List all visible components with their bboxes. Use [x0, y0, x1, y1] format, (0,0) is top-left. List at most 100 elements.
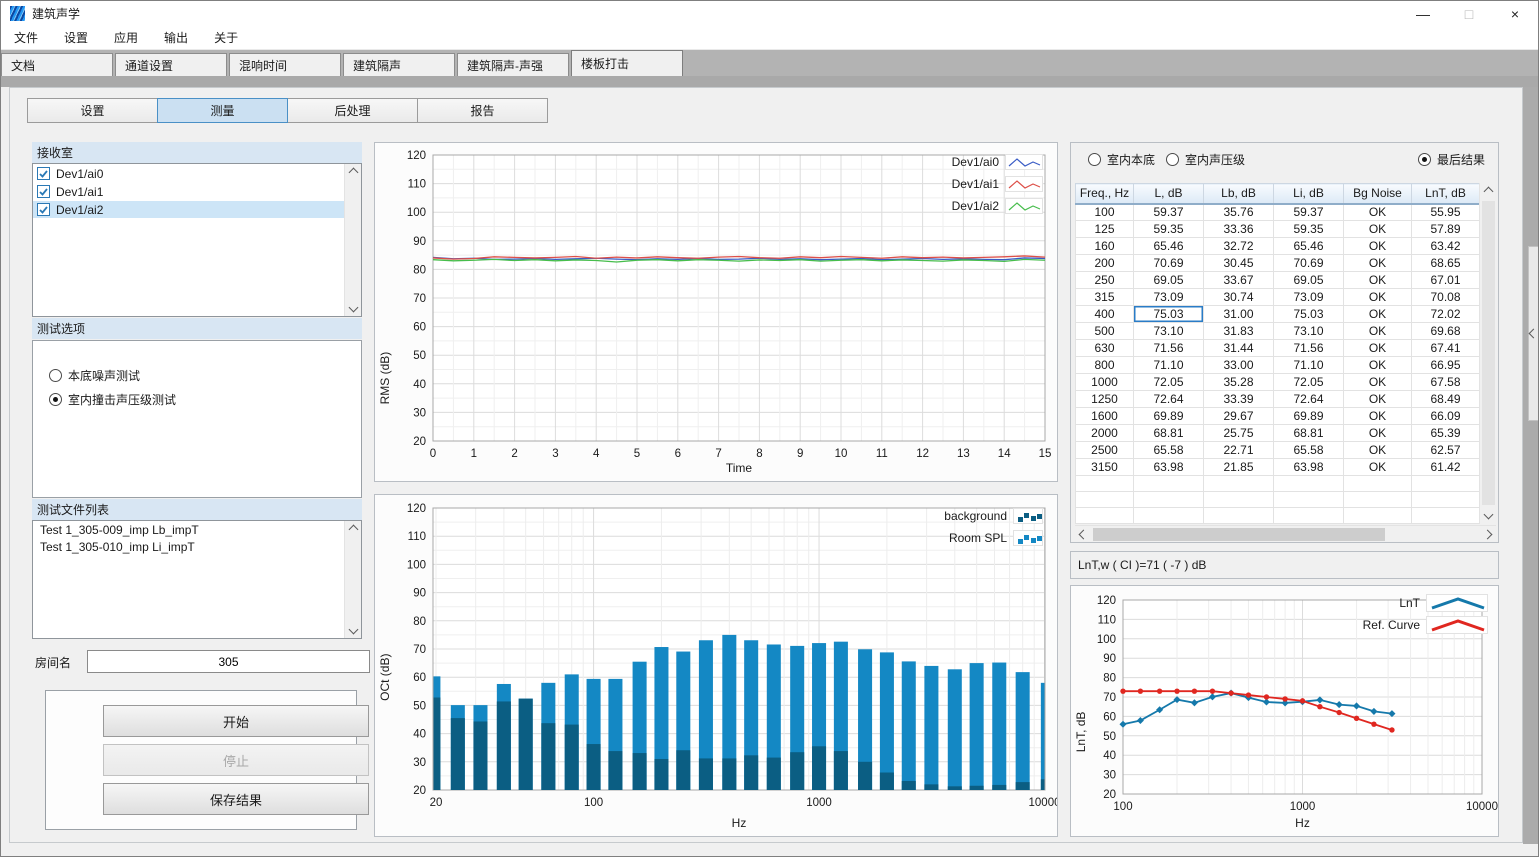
table-cell[interactable]: 1000: [1076, 374, 1134, 391]
table-cell[interactable]: [1076, 492, 1134, 508]
table-cell[interactable]: 315: [1076, 289, 1134, 306]
table-cell[interactable]: OK: [1344, 459, 1412, 476]
scroll-up-arrow[interactable]: [349, 525, 359, 535]
scroll-right-arrow[interactable]: [1483, 530, 1493, 540]
column-header[interactable]: Freq., Hz: [1076, 184, 1134, 204]
table-cell[interactable]: 2000: [1076, 425, 1134, 442]
table-cell[interactable]: 72.02: [1412, 306, 1480, 323]
module-tab-2[interactable]: 混响时间: [229, 53, 341, 76]
table-cell[interactable]: OK: [1344, 340, 1412, 357]
table-cell[interactable]: 72.64: [1274, 391, 1344, 408]
table-cell[interactable]: 72.05: [1274, 374, 1344, 391]
table-cell[interactable]: [1134, 476, 1204, 492]
table-cell[interactable]: 65.39: [1412, 425, 1480, 442]
table-cell[interactable]: [1274, 476, 1344, 492]
table-cell[interactable]: 400: [1076, 306, 1134, 323]
table-cell[interactable]: OK: [1344, 323, 1412, 340]
table-cell[interactable]: [1412, 508, 1480, 524]
column-header[interactable]: Li, dB: [1274, 184, 1344, 204]
table-cell[interactable]: 500: [1076, 323, 1134, 340]
close-button[interactable]: ×: [1492, 1, 1538, 26]
table-cell[interactable]: [1344, 476, 1412, 492]
table-cell[interactable]: 65.58: [1134, 442, 1204, 459]
table-cell[interactable]: 68.49: [1412, 391, 1480, 408]
channel-item-1[interactable]: Dev1/ai1: [33, 183, 344, 200]
table-cell[interactable]: 75.03: [1134, 306, 1204, 323]
table-cell[interactable]: [1204, 508, 1274, 524]
table-cell[interactable]: 59.35: [1274, 221, 1344, 238]
table-cell[interactable]: 33.36: [1204, 221, 1274, 238]
menu-item-3[interactable]: 输出: [151, 26, 201, 49]
file-list-item-0[interactable]: Test 1_305-009_imp Lb_impT: [33, 522, 344, 538]
table-cell[interactable]: 69.89: [1134, 408, 1204, 425]
table-cell[interactable]: [1204, 476, 1274, 492]
table-cell[interactable]: 61.42: [1412, 459, 1480, 476]
table-cell[interactable]: 3150: [1076, 459, 1134, 476]
table-cell[interactable]: OK: [1344, 221, 1412, 238]
table-cell[interactable]: 72.64: [1134, 391, 1204, 408]
table-cell[interactable]: 59.35: [1134, 221, 1204, 238]
table-cell[interactable]: OK: [1344, 374, 1412, 391]
subtab-0[interactable]: 设置: [27, 98, 158, 123]
table-cell[interactable]: 71.56: [1134, 340, 1204, 357]
table-cell[interactable]: 31.00: [1204, 306, 1274, 323]
table-cell[interactable]: 70.69: [1274, 255, 1344, 272]
table-cell[interactable]: OK: [1344, 289, 1412, 306]
table-cell[interactable]: 30.74: [1204, 289, 1274, 306]
scroll-up-arrow[interactable]: [1484, 187, 1494, 197]
scroll-down-arrow[interactable]: [1484, 510, 1494, 520]
table-cell[interactable]: [1204, 492, 1274, 508]
table-horizontal-scrollbar[interactable]: [1075, 525, 1496, 542]
module-tab-0[interactable]: 文档: [1, 53, 113, 76]
table-cell[interactable]: 73.10: [1134, 323, 1204, 340]
checkbox-checked[interactable]: [37, 203, 50, 216]
table-cell[interactable]: 21.85: [1204, 459, 1274, 476]
table-cell[interactable]: 63.42: [1412, 238, 1480, 255]
table-cell[interactable]: 67.58: [1412, 374, 1480, 391]
menu-item-4[interactable]: 关于: [201, 26, 251, 49]
table-cell[interactable]: 73.09: [1274, 289, 1344, 306]
table-cell[interactable]: [1274, 508, 1344, 524]
result-view-radio-2[interactable]: 最后结果: [1418, 151, 1485, 168]
scroll-up-arrow[interactable]: [349, 168, 359, 178]
table-cell[interactable]: 800: [1076, 357, 1134, 374]
table-cell[interactable]: 22.71: [1204, 442, 1274, 459]
save-results-button[interactable]: 保存结果: [103, 783, 369, 815]
test-option-0[interactable]: 本底噪声测试: [49, 367, 140, 384]
table-cell[interactable]: [1134, 492, 1204, 508]
menu-item-2[interactable]: 应用: [101, 26, 151, 49]
table-cell[interactable]: [1344, 508, 1412, 524]
module-tab-5[interactable]: 楼板打击: [571, 50, 683, 76]
column-header[interactable]: Lb, dB: [1204, 184, 1274, 204]
table-cell[interactable]: OK: [1344, 255, 1412, 272]
table-cell[interactable]: 33.67: [1204, 272, 1274, 289]
column-header[interactable]: L, dB: [1134, 184, 1204, 204]
table-cell[interactable]: 67.01: [1412, 272, 1480, 289]
room-name-input[interactable]: [87, 650, 370, 673]
channel-list-scrollbar[interactable]: [344, 164, 361, 316]
table-vertical-scrollbar[interactable]: [1479, 183, 1496, 523]
table-cell[interactable]: 75.03: [1274, 306, 1344, 323]
table-cell[interactable]: 59.37: [1274, 204, 1344, 221]
stop-button[interactable]: 停止: [103, 744, 369, 776]
table-cell[interactable]: 71.10: [1274, 357, 1344, 374]
table-cell[interactable]: 70.69: [1134, 255, 1204, 272]
table-cell[interactable]: 71.56: [1274, 340, 1344, 357]
checkbox-checked[interactable]: [37, 167, 50, 180]
table-cell[interactable]: 30.45: [1204, 255, 1274, 272]
menu-item-0[interactable]: 文件: [1, 26, 51, 49]
table-cell[interactable]: [1134, 508, 1204, 524]
table-cell[interactable]: [1076, 508, 1134, 524]
table-cell[interactable]: 66.09: [1412, 408, 1480, 425]
radio-unselected[interactable]: [1166, 153, 1179, 166]
table-cell[interactable]: 63.98: [1134, 459, 1204, 476]
table-cell[interactable]: 32.72: [1204, 238, 1274, 255]
table-cell[interactable]: 55.95: [1412, 204, 1480, 221]
maximize-button[interactable]: □: [1446, 1, 1492, 26]
table-cell[interactable]: 69.05: [1134, 272, 1204, 289]
table-cell[interactable]: 68.81: [1274, 425, 1344, 442]
table-cell[interactable]: 33.39: [1204, 391, 1274, 408]
scrollbar-thumb[interactable]: [1482, 201, 1495, 505]
table-cell[interactable]: OK: [1344, 408, 1412, 425]
module-tab-3[interactable]: 建筑隔声: [343, 53, 455, 76]
